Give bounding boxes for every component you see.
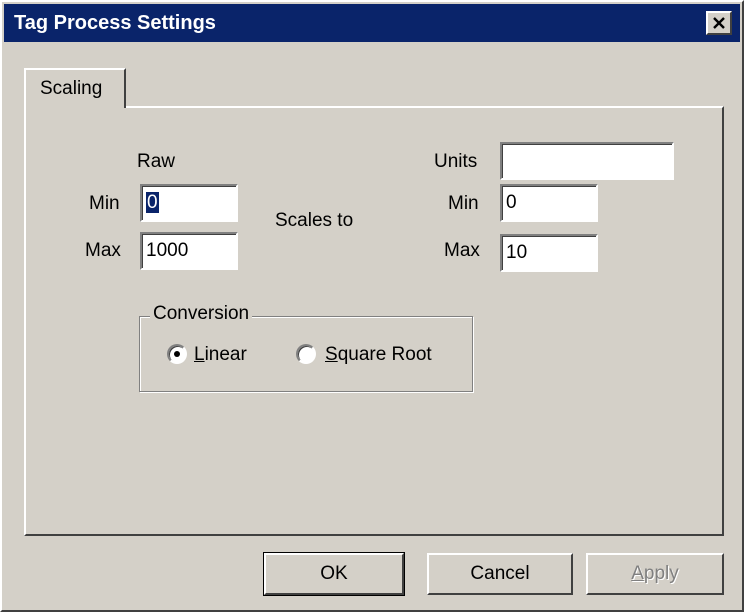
window-title: Tag Process Settings [14, 12, 216, 34]
cancel-button[interactable]: Cancel [427, 553, 573, 595]
raw-header: Raw [137, 151, 176, 172]
units-max-value: 10 [506, 242, 528, 263]
units-min-label: Min [448, 193, 479, 214]
dialog-window: Tag Process Settings Scaling Raw Min 0 M… [0, 0, 744, 612]
units-input[interactable] [500, 142, 674, 180]
close-button[interactable] [706, 11, 732, 35]
tab-scaling[interactable]: Scaling [24, 68, 126, 108]
units-max-label: Max [444, 240, 480, 261]
scales-to-label: Scales to [275, 210, 354, 231]
raw-max-value: 1000 [146, 240, 189, 261]
units-max-input[interactable]: 10 [500, 234, 598, 272]
close-icon [713, 17, 725, 29]
radio-selected-dot [174, 351, 180, 357]
linear-radio[interactable] [167, 344, 187, 364]
tab-scaling-label: Scaling [40, 78, 103, 99]
ok-button[interactable]: OK [263, 552, 405, 596]
apply-button[interactable]: Apply [586, 553, 724, 595]
units-label: Units [434, 151, 478, 172]
raw-min-label: Min [89, 193, 120, 214]
raw-min-value: 0 [146, 192, 159, 213]
raw-max-input[interactable]: 1000 [140, 232, 238, 270]
raw-max-label: Max [85, 240, 121, 261]
square-root-radio-label[interactable]: Square Root [325, 344, 432, 366]
title-bar[interactable]: Tag Process Settings [4, 4, 740, 42]
units-min-value: 0 [506, 192, 517, 213]
units-min-input[interactable]: 0 [500, 184, 598, 222]
linear-radio-label[interactable]: Linear [194, 344, 247, 366]
conversion-group-title: Conversion [150, 303, 253, 325]
square-root-radio[interactable] [296, 344, 316, 364]
raw-min-input[interactable]: 0 [140, 184, 238, 222]
